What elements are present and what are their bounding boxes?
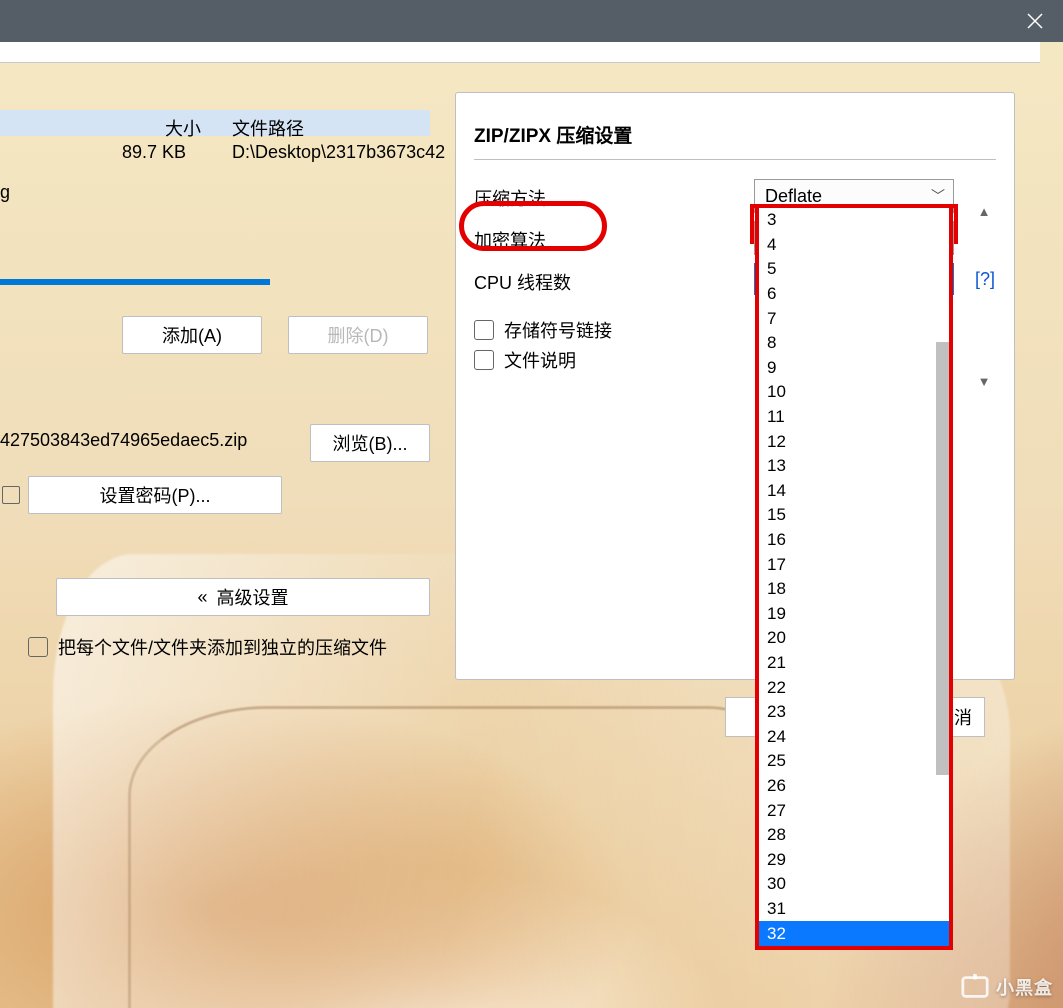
dropdown-item[interactable]: 11 <box>759 405 949 430</box>
cell-size: 89.7 KB <box>122 142 186 163</box>
dropdown-item[interactable]: 17 <box>759 552 949 577</box>
file-description-checkbox[interactable]: 文件说明 <box>474 347 576 373</box>
titlebar <box>0 0 1063 42</box>
add-delete-row: 添加(A) 删除(D) <box>0 316 430 352</box>
dropdown-item[interactable]: 5 <box>759 257 949 282</box>
dropdown-item[interactable]: 21 <box>759 651 949 676</box>
close-button[interactable] <box>1007 0 1063 42</box>
dropdown-item[interactable]: 30 <box>759 872 949 897</box>
add-button-label: 添加(A) <box>162 322 222 348</box>
heybox-logo-icon <box>960 972 990 1002</box>
dropdown-item[interactable]: 24 <box>759 724 949 749</box>
col-path-header[interactable]: 文件路径 <box>232 115 304 141</box>
advanced-settings-button[interactable]: « 高级设置 <box>56 578 430 616</box>
dropdown-item[interactable]: 8 <box>759 331 949 356</box>
browse-button[interactable]: 浏览(B)... <box>310 424 430 462</box>
cell-ext-fragment: g <box>0 182 10 203</box>
dropdown-item[interactable]: 28 <box>759 823 949 848</box>
dropdown-item[interactable]: 18 <box>759 577 949 602</box>
compression-dialog: 大小 文件路径 89.7 KB D:\Desktop\2317b3673c42 … <box>0 42 1040 63</box>
delete-button: 删除(D) <box>288 316 428 354</box>
watermark-text: 小黑盒 <box>996 974 1053 1000</box>
set-password-button[interactable]: 设置密码(P)... <box>28 476 282 514</box>
dropdown-item[interactable]: 25 <box>759 749 949 774</box>
dropdown-item[interactable]: 10 <box>759 380 949 405</box>
divider <box>474 159 996 160</box>
dropdown-item[interactable]: 15 <box>759 503 949 528</box>
delete-button-label: 删除(D) <box>328 322 389 348</box>
dropdown-item[interactable]: 4 <box>759 233 949 258</box>
dropdown-item[interactable]: 27 <box>759 798 949 823</box>
checkbox-box-icon <box>474 320 494 340</box>
each-file-label: 把每个文件/文件夹添加到独立的压缩文件 <box>58 634 387 660</box>
dropdown-item[interactable]: 20 <box>759 626 949 651</box>
dropdown-item[interactable]: 26 <box>759 774 949 799</box>
chevron-down-icon: ﹀ <box>931 186 945 206</box>
selected-header-highlight <box>0 110 430 136</box>
advanced-settings-label: 高级设置 <box>217 584 289 610</box>
store-symlinks-checkbox[interactable]: 存储符号链接 <box>474 317 612 343</box>
file-description-label: 文件说明 <box>504 347 576 373</box>
set-password-label: 设置密码(P)... <box>100 482 211 508</box>
dropdown-item[interactable]: 14 <box>759 479 949 504</box>
dropdown-item[interactable]: 3 <box>759 208 949 233</box>
spin-buttons: ▲ ▼ <box>972 93 996 273</box>
cancel-button-label-tail: 消 <box>954 704 972 730</box>
add-button[interactable]: 添加(A) <box>122 316 262 354</box>
col-size-header[interactable]: 大小 <box>165 115 201 141</box>
dropdown-scrollbar-thumb[interactable] <box>936 342 949 775</box>
dropdown-item[interactable]: 22 <box>759 675 949 700</box>
threads-dropdown-list[interactable]: 3456789101112131415161718192021222324252… <box>755 204 953 950</box>
spin-down-icon[interactable]: ▼ <box>972 373 996 389</box>
dropdown-item[interactable]: 23 <box>759 700 949 725</box>
dropdown-item[interactable]: 9 <box>759 356 949 381</box>
dropdown-item[interactable]: 12 <box>759 429 949 454</box>
guillemets-icon: « <box>197 587 210 608</box>
watermark: 小黑盒 <box>960 972 1053 1002</box>
checkbox-box-icon <box>474 350 494 370</box>
close-icon <box>1027 13 1043 29</box>
cell-path: D:\Desktop\2317b3673c42 <box>232 142 445 163</box>
label-cpu-threads: CPU 线程数 <box>474 269 571 295</box>
dropdown-item[interactable]: 32 <box>759 921 949 946</box>
dropdown-item[interactable]: 19 <box>759 602 949 627</box>
label-encryption: 加密算法 <box>474 227 546 253</box>
dropdown-item[interactable]: 31 <box>759 897 949 922</box>
dropdown-item[interactable]: 7 <box>759 306 949 331</box>
panel-title: ZIP/ZIPX 压缩设置 <box>474 121 632 148</box>
each-file-checkbox[interactable]: 把每个文件/文件夹添加到独立的压缩文件 <box>28 634 387 660</box>
spin-up-icon[interactable]: ▲ <box>972 203 996 219</box>
browse-button-label: 浏览(B)... <box>333 430 408 456</box>
output-filename: 427503843ed74965edaec5.zip <box>0 430 247 451</box>
left-side-checkbox[interactable] <box>2 486 20 504</box>
dropdown-item[interactable]: 29 <box>759 847 949 872</box>
dropdown-item[interactable]: 13 <box>759 454 949 479</box>
left-panel: 大小 文件路径 89.7 KB D:\Desktop\2317b3673c42 … <box>0 42 430 656</box>
list-selection-bar <box>0 279 270 285</box>
checkbox-box-icon <box>28 637 48 657</box>
label-compress-method: 压缩方法 <box>474 185 546 211</box>
store-symlinks-label: 存储符号链接 <box>504 317 612 343</box>
dropdown-item[interactable]: 6 <box>759 282 949 307</box>
dropdown-item[interactable]: 16 <box>759 528 949 553</box>
